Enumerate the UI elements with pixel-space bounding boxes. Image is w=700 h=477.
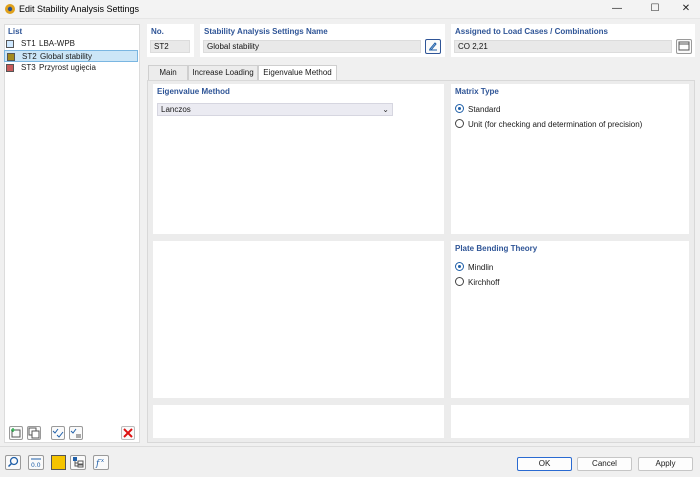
name-field[interactable]: Global stability xyxy=(203,40,421,53)
list-header: List xyxy=(8,27,23,36)
window-title: Edit Stability Analysis Settings xyxy=(19,4,140,14)
radio-kirchhoff-label: Kirchhoff xyxy=(468,278,500,287)
chevron-down-icon: ⌄ xyxy=(382,105,389,114)
list-item-code: ST1 xyxy=(21,39,36,48)
copy-item-icon[interactable] xyxy=(27,426,41,440)
list-item-name: Przyrost ugięcia xyxy=(39,63,96,72)
tab-main[interactable]: Main xyxy=(148,65,188,80)
number-label: No. xyxy=(151,27,164,36)
minimize-icon[interactable]: — xyxy=(611,3,623,15)
radio-mindlin-label: Mindlin xyxy=(468,263,494,272)
new-item-icon[interactable] xyxy=(9,426,23,440)
color-swatch-button[interactable] xyxy=(51,455,66,470)
color-swatch xyxy=(7,53,15,61)
empty-panel-bottom-left xyxy=(153,405,444,438)
svg-text:0.0: 0.0 xyxy=(31,462,41,468)
list-item-st3[interactable]: ST3 Przyrost ugięcia xyxy=(4,62,138,74)
radio-standard[interactable] xyxy=(455,104,464,113)
select-load-cases-button[interactable] xyxy=(676,39,692,54)
list-item-st2[interactable]: ST2 Global stability xyxy=(4,50,138,62)
divider xyxy=(0,446,700,447)
select-value: Lanczos xyxy=(161,105,191,114)
list-item-st1[interactable]: ST1 LBA-WPB xyxy=(4,38,138,50)
uncheck-all-icon[interactable] xyxy=(69,426,83,440)
radio-mindlin[interactable] xyxy=(455,262,464,271)
apply-button[interactable]: Apply xyxy=(638,457,693,471)
radio-standard-label: Standard xyxy=(468,105,501,114)
function-icon[interactable]: fx xyxy=(93,455,109,470)
matrix-header: Matrix Type xyxy=(455,87,499,96)
edit-name-button[interactable] xyxy=(425,39,441,54)
list-item-name: LBA-WPB xyxy=(39,39,76,48)
check-all-icon[interactable] xyxy=(51,426,65,440)
list-item-code: ST3 xyxy=(21,63,36,72)
color-swatch xyxy=(6,64,14,72)
plate-header: Plate Bending Theory xyxy=(455,244,538,253)
color-swatch xyxy=(6,40,14,48)
title-bar: Edit Stability Analysis Settings — ☐ ✕ xyxy=(0,0,700,19)
ok-button[interactable]: OK xyxy=(517,457,572,471)
cancel-button[interactable]: Cancel xyxy=(577,457,632,471)
tab-increase-loading[interactable]: Increase Loading xyxy=(188,65,258,80)
assigned-label: Assigned to Load Cases / Combinations xyxy=(455,27,608,36)
radio-unit-label: Unit (for checking and determination of … xyxy=(468,120,643,129)
radio-unit[interactable] xyxy=(455,119,464,128)
eigenvalue-method-select[interactable]: Lanczos ⌄ xyxy=(157,103,393,116)
number-field[interactable]: ST2 xyxy=(150,40,190,53)
maximize-icon[interactable]: ☐ xyxy=(649,3,661,15)
empty-panel-left xyxy=(153,241,444,398)
app-icon xyxy=(4,3,16,15)
list-panel xyxy=(4,24,140,443)
name-label: Stability Analysis Settings Name xyxy=(204,27,328,36)
empty-panel-bottom-right xyxy=(451,405,689,438)
close-icon[interactable]: ✕ xyxy=(680,3,692,15)
radio-kirchhoff[interactable] xyxy=(455,277,464,286)
tree-view-icon[interactable] xyxy=(70,455,86,470)
search-icon[interactable] xyxy=(5,455,21,470)
units-icon[interactable]: 0.0 xyxy=(28,455,44,470)
delete-icon[interactable] xyxy=(121,426,135,440)
assigned-field[interactable]: CO 2,21 xyxy=(454,40,672,53)
eigenvalue-header: Eigenvalue Method xyxy=(157,87,230,96)
tab-eigenvalue-method[interactable]: Eigenvalue Method xyxy=(258,65,337,81)
svg-text:x: x xyxy=(101,458,104,464)
